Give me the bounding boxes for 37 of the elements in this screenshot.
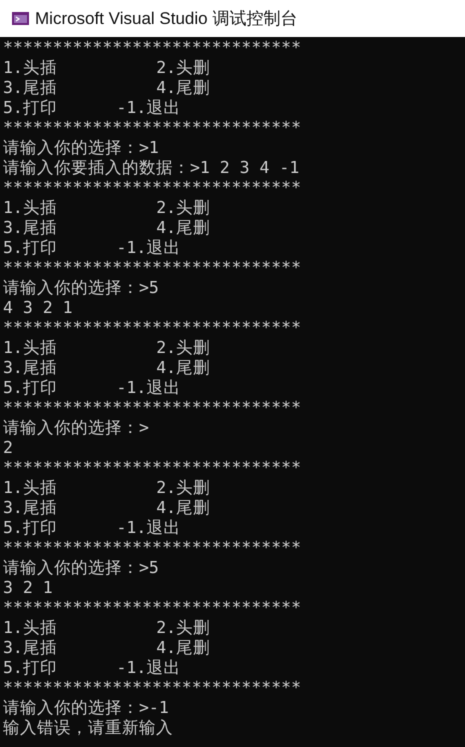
console-line: 3.尾插 4.尾删 [3, 218, 210, 238]
console-line: ****************************** [3, 178, 302, 198]
console-app-icon [12, 12, 29, 25]
console-line: 请输入你要插入的数据：>1 2 3 4 -1 [3, 158, 300, 178]
console-line: 请输入你的选择：>-1 [3, 698, 169, 718]
console-line: 4 3 2 1 [3, 298, 73, 318]
console-line: 请输入你的选择：> [3, 418, 149, 438]
console-line: 请输入你的选择：>5 [3, 558, 159, 578]
console-line: 1.头插 2.头删 [3, 338, 210, 358]
console-line: 请输入你的选择：>1 [3, 138, 159, 158]
console-line: ****************************** [3, 258, 302, 278]
console-line: 5.打印 -1.退出 [3, 98, 180, 118]
console-line: ****************************** [3, 598, 302, 618]
console-line: 1.头插 2.头删 [3, 478, 210, 498]
console-line: 1.头插 2.头删 [3, 58, 210, 78]
console-line: ****************************** [3, 678, 302, 698]
console-line: ****************************** [3, 318, 302, 338]
window-title: Microsoft Visual Studio 调试控制台 [35, 8, 298, 30]
console-line: ****************************** [3, 458, 302, 478]
console-line: 1.头插 2.头删 [3, 618, 210, 638]
console-line: 3.尾插 4.尾删 [3, 498, 210, 518]
console-line: ****************************** [3, 118, 302, 138]
console-line: 5.打印 -1.退出 [3, 658, 180, 678]
console-line: ****************************** [3, 398, 302, 418]
console-line: 3.尾插 4.尾删 [3, 78, 210, 98]
console-line: ****************************** [3, 538, 302, 558]
console-line: 2 [3, 438, 13, 458]
console-line: 1.头插 2.头删 [3, 198, 210, 218]
console-line: 请输入你的选择：>5 [3, 278, 159, 298]
console-line: 5.打印 -1.退出 [3, 238, 180, 258]
console-line: 3.尾插 4.尾删 [3, 638, 210, 658]
console-line: 5.打印 -1.退出 [3, 518, 180, 538]
console-line: 5.打印 -1.退出 [3, 378, 180, 398]
console-line: 输入错误，请重新输入 [3, 718, 173, 738]
console-line: ****************************** [3, 38, 302, 58]
console-line: 3.尾插 4.尾删 [3, 358, 210, 378]
console-line: 3 2 1 [3, 578, 53, 598]
